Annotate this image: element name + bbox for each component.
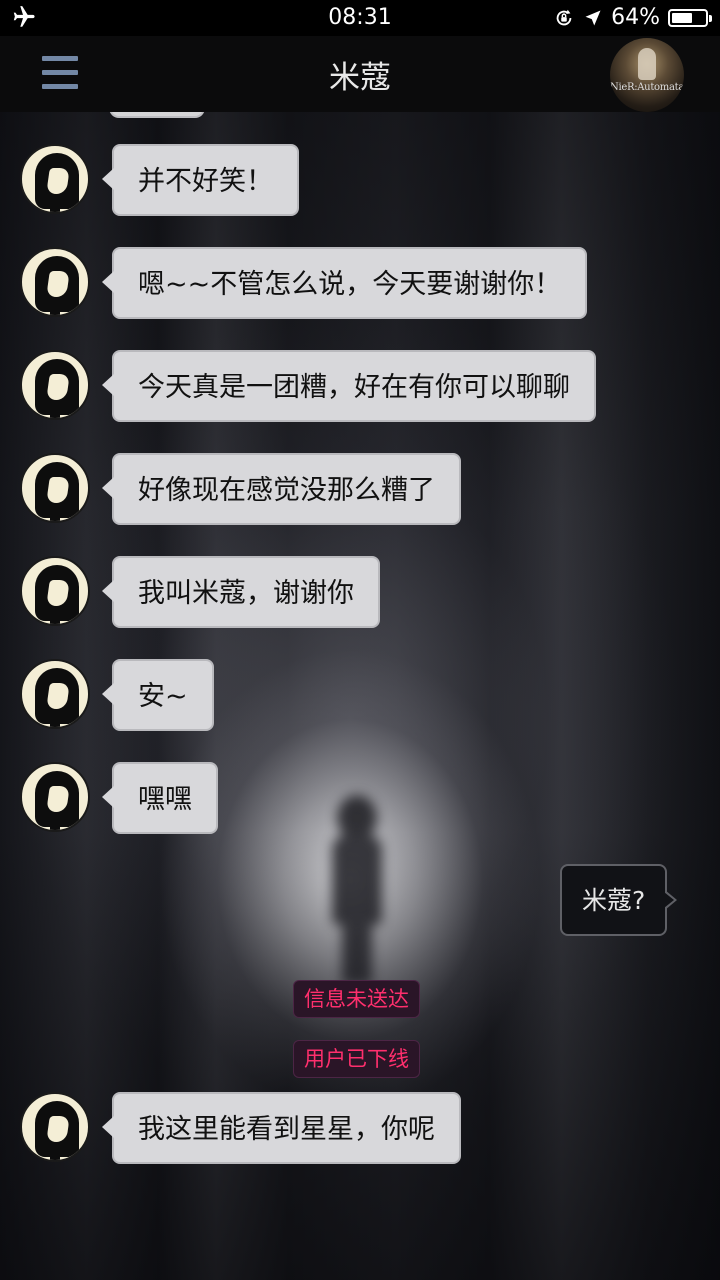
incoming-message[interactable]: 嘿嘿 <box>102 762 218 834</box>
chat-area[interactable]: 并不好笑！ 嗯~~不管怎么说，今天要谢谢你！ 今天真是一团糟，好在有你可以聊聊 … <box>0 112 720 1280</box>
avatar[interactable] <box>20 659 90 729</box>
incoming-message[interactable]: 并不好笑！ <box>102 144 299 216</box>
incoming-message[interactable]: 好像现在感觉没那么糟了 <box>102 453 461 525</box>
battery-icon <box>668 8 712 27</box>
contact-avatar[interactable]: NieR:Automata <box>610 38 684 112</box>
bubble-tip <box>664 892 675 908</box>
outgoing-message[interactable]: 米蔻? <box>560 864 678 936</box>
avatar[interactable] <box>20 247 90 317</box>
avatar[interactable] <box>20 1092 90 1162</box>
avatar-caption: NieR:Automata <box>610 82 684 93</box>
nav-bar: 米蔻 NieR:Automata <box>0 36 720 112</box>
rotation-lock-icon <box>556 9 572 25</box>
outgoing-message-text: 米蔻? <box>582 886 646 915</box>
avatar[interactable] <box>20 144 90 214</box>
avatar[interactable] <box>20 762 90 832</box>
system-notice-offline: 用户已下线 <box>293 1040 420 1078</box>
avatar-figure <box>638 48 656 80</box>
battery-percent: 64% <box>611 5 660 30</box>
avatar[interactable] <box>20 556 90 626</box>
avatar[interactable] <box>20 453 90 523</box>
status-right-group: 64% <box>553 5 712 30</box>
partial-message-bubble <box>111 112 203 116</box>
incoming-message[interactable]: 安~ <box>102 659 214 731</box>
location-arrow-icon <box>585 10 601 25</box>
system-notice-undelivered: 信息未送达 <box>293 980 420 1018</box>
incoming-message[interactable]: 我这里能看到星星，你呢 <box>102 1092 461 1164</box>
incoming-message[interactable]: 今天真是一团糟，好在有你可以聊聊 <box>102 350 596 422</box>
incoming-message[interactable]: 嗯~~不管怎么说，今天要谢谢你！ <box>101 247 588 319</box>
status-bar: 08:31 64% <box>0 0 720 36</box>
avatar[interactable] <box>20 350 90 420</box>
incoming-message[interactable]: 我叫米蔻，谢谢你 <box>102 556 380 628</box>
battery-fill <box>672 12 692 23</box>
